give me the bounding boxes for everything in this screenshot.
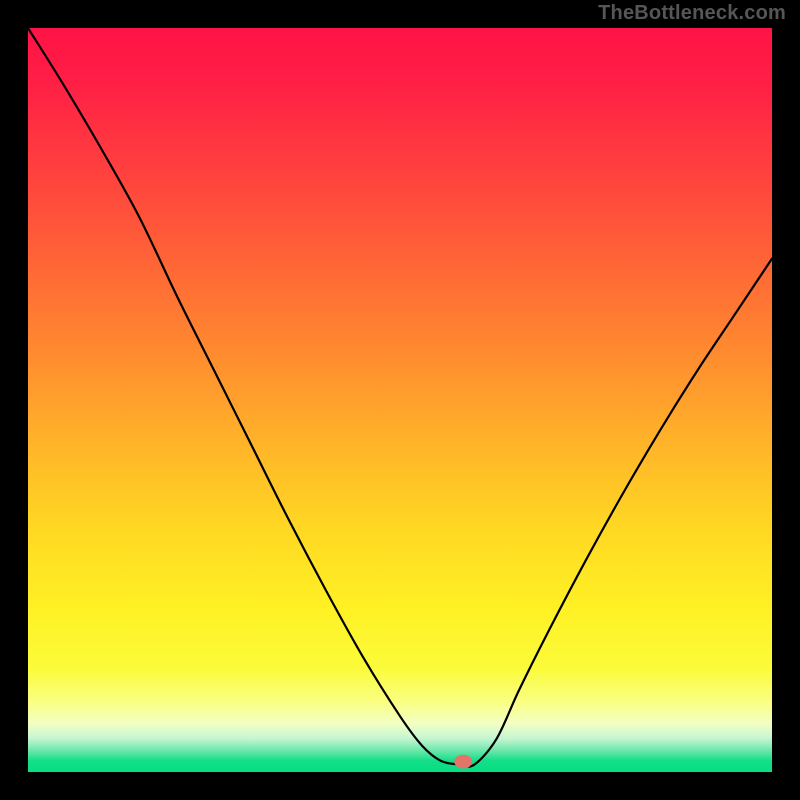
gradient-background [28,28,772,772]
attribution-text: TheBottleneck.com [598,2,786,25]
plot-svg [28,28,772,772]
plot-area [28,28,772,772]
chart-container: TheBottleneck.com [0,0,800,800]
optimal-marker [454,755,472,769]
